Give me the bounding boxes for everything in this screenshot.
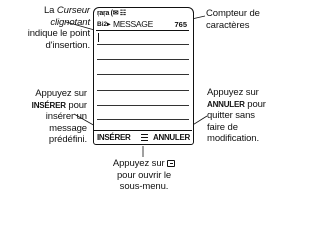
- cancel-annotation-text: Appuyez sur: [207, 87, 259, 98]
- cursor-term: Curseur: [56, 5, 90, 16]
- cancel-annotation-text: modification.: [207, 133, 260, 144]
- header-indicator: Bi2▸: [97, 21, 111, 28]
- menu-annotation-text: Appuyez sur: [112, 158, 165, 169]
- message-title: MESSAGE: [113, 19, 153, 29]
- insert-annotation-text: pour: [65, 99, 87, 111]
- menu-annotation: Appuyez sur pour ouvrir le sous-menu.: [96, 158, 192, 193]
- menu-annotation-text: pour ouvrir le: [116, 169, 172, 181]
- insert-softkey[interactable]: INSÉRER: [97, 131, 131, 144]
- text-line: [97, 74, 189, 75]
- text-line: [97, 90, 189, 91]
- counter-annotation: Compteur de caractères: [206, 8, 278, 31]
- message-header: Bi2▸ MESSAGE 765: [96, 19, 189, 31]
- cursor-annotation-text: La: [43, 5, 57, 16]
- cursor-annotation-text: indique le point: [27, 28, 90, 39]
- insert-annotation-text: message: [49, 122, 87, 134]
- cancel-softkey[interactable]: ANNULER: [153, 131, 190, 144]
- text-line: [97, 59, 189, 60]
- status-bar: ṛaṛa (✉ ☷: [97, 10, 126, 17]
- cancel-annotation-text: faire de: [207, 121, 238, 133]
- cancel-annotation-text: quitter sans: [207, 110, 255, 121]
- insert-annotation-text: Appuyez sur: [35, 88, 87, 99]
- cursor-annotation: La Curseur clignotant indique le point d…: [26, 5, 90, 51]
- text-line: [97, 44, 189, 45]
- text-line: [97, 119, 189, 120]
- menu-annotation-text: sous-menu.: [119, 181, 169, 192]
- cancel-annotation-text: pour: [244, 98, 266, 110]
- text-line: [97, 105, 189, 106]
- counter-annotation-text: caractères: [206, 19, 250, 31]
- cancel-annotation: Appuyez sur ANNULER pour quitter sans fa…: [207, 87, 279, 145]
- insert-annotation-text: insérer un: [45, 111, 87, 122]
- cancel-key-name: ANNULER: [207, 99, 245, 109]
- insert-annotation: Appuyez sur INSÉRER pour insérer un mess…: [5, 88, 87, 146]
- insert-key-name: INSÉRER: [31, 100, 66, 110]
- cursor-annotation-text: d'insertion.: [45, 39, 91, 51]
- menu-lines-icon[interactable]: [141, 134, 148, 141]
- phone-screen: ṛaṛa (✉ ☷ Bi2▸ MESSAGE 765 INSÉRER ANNUL…: [93, 7, 194, 145]
- counter-annotation-text: Compteur de: [206, 8, 260, 19]
- character-counter: 765: [174, 20, 187, 29]
- menu-key-icon: [167, 160, 176, 167]
- blinking-cursor: [98, 33, 100, 42]
- softkey-bar: INSÉRER ANNULER: [94, 130, 192, 144]
- cursor-term-2: clignotant: [50, 16, 90, 28]
- insert-annotation-text: prédéfini.: [48, 134, 87, 145]
